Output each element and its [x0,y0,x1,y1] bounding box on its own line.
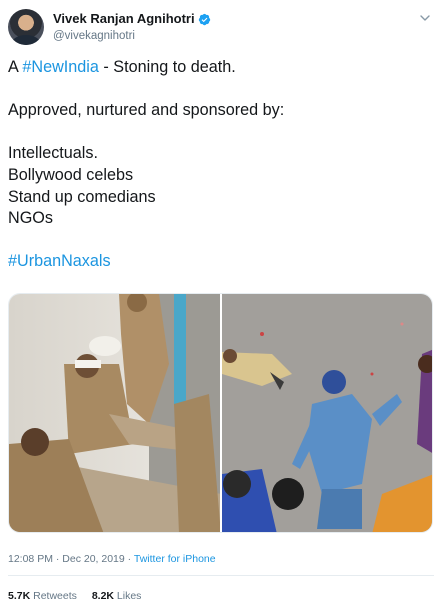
tweet-media [8,293,433,533]
divider [8,575,434,576]
likes-count: 8.2K [91,590,114,602]
tweet-header: Vivek Ranjan Agnihotri @vivekagnihotri [8,9,434,49]
list-item: Bollywood celebs [8,165,134,184]
retweets-stat[interactable]: 5.7K Retweets [8,590,77,602]
tweet-source-link[interactable]: Twitter for iPhone [134,553,216,565]
line-break [8,230,434,252]
avatar-shoulders [12,35,40,45]
tweet-card: Vivek Ranjan Agnihotri @vivekagnihotri A… [0,0,442,610]
line-break [8,79,434,101]
verified-badge-icon [198,13,210,25]
list-item: Intellectuals. [8,144,98,163]
list-item: Stand up comedians [8,187,156,206]
author-display-name[interactable]: Vivek Ranjan Agnihotri [53,11,211,27]
tweet-timestamp: 12:08 PM · Dec 20, 2019 · Twitter for iP… [8,553,216,566]
list-item: NGOs [8,209,53,228]
author-name-text: Vivek Ranjan Agnihotri [53,11,195,26]
chevron-down-icon [420,15,430,21]
author-handle[interactable]: @vivekagnihotri [53,29,211,44]
tweet-time-date[interactable]: 12:08 PM · Dec 20, 2019 · [8,553,134,565]
retweets-label: Retweets [33,590,77,602]
tweet-line-2: Approved, nurtured and sponsored by: [8,101,285,120]
tweet-stats: 5.7K Retweets 8.2K Likes [8,590,153,603]
tweet-text: A #NewIndia - Stoning to death. Approved… [8,57,434,273]
likes-label: Likes [116,590,142,602]
photo-left-scene [9,294,220,532]
tweet-line-1-prefix: A [8,58,23,76]
tweet-line-1: A #NewIndia - Stoning to death. [8,57,434,79]
tweet-options-button[interactable] [416,9,434,27]
line-break [8,122,434,144]
author-block: Vivek Ranjan Agnihotri @vivekagnihotri [53,10,211,44]
photo-right-scene [221,294,432,532]
likes-stat[interactable]: 8.2K Likes [92,590,142,602]
photo-right[interactable] [221,294,432,532]
tweet-line-1-suffix: - Stoning to death. [98,58,236,76]
photo-left[interactable] [9,294,220,532]
retweets-count: 5.7K [8,590,31,602]
hashtag-newindia[interactable]: #NewIndia [22,58,99,76]
avatar[interactable] [8,9,44,45]
hashtag-urbannaxals[interactable]: #UrbanNaxals [8,251,434,273]
